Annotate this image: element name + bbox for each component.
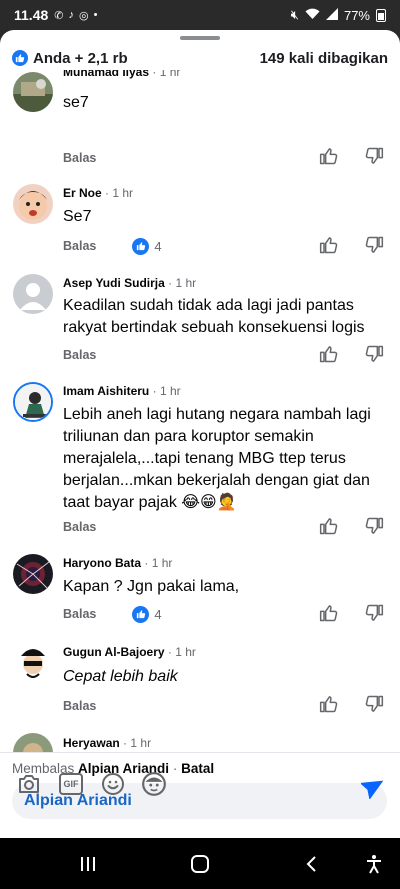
avatar[interactable] [13, 382, 53, 422]
commenter-name[interactable]: Haryono Bata [63, 556, 141, 570]
reply-button[interactable]: Balas [63, 239, 96, 253]
battery-percent: 77% [343, 7, 370, 23]
recent-apps-icon[interactable] [76, 852, 100, 876]
comment-item: Haryono Bata · 1 hr Kapan ? Jgn pakai la… [0, 554, 400, 638]
mute-icon: 🔇︎ [290, 7, 299, 22]
tiktok-icon: ♪ [68, 9, 74, 21]
comment-item: Heryawan · 1 hr [0, 733, 400, 752]
battery-icon [376, 8, 386, 22]
comment-time: 1 hr [112, 186, 134, 200]
thumbs-up-icon[interactable] [319, 235, 341, 257]
comment-time: 1 hr [130, 736, 152, 750]
comment-time: 1 hr [151, 556, 173, 570]
commenter-name[interactable]: Muhamad Ilyas [63, 70, 149, 79]
thumbs-down-icon[interactable] [364, 146, 386, 168]
avatar[interactable] [13, 642, 53, 682]
avatar[interactable] [13, 184, 53, 224]
gif-icon[interactable]: GIF [57, 770, 85, 798]
avatar[interactable] [13, 733, 53, 752]
emoji-icon[interactable] [99, 770, 127, 798]
like-reaction-icon [132, 605, 150, 623]
thumbs-up-icon[interactable] [319, 603, 341, 625]
camera-icon[interactable] [15, 770, 43, 798]
accessibility-icon[interactable] [362, 852, 386, 876]
thumbs-up-icon[interactable] [319, 146, 341, 168]
like-reaction-icon [132, 237, 150, 255]
comment-text: se7 [63, 94, 89, 111]
thumbs-up-icon[interactable] [319, 344, 341, 366]
back-icon[interactable] [300, 852, 324, 876]
share-count[interactable]: 149 kali dibagikan [260, 50, 388, 67]
home-icon[interactable] [188, 852, 212, 876]
reaction-count[interactable]: 4 [132, 605, 162, 623]
status-time: 11.48 [14, 7, 49, 23]
comment-time: 1 hr [159, 70, 181, 79]
thumbs-down-icon[interactable] [364, 603, 386, 625]
system-navigation-bar [0, 838, 400, 889]
commenter-name[interactable]: Imam Aishiteru [63, 384, 149, 398]
comment-time: 1 hr [175, 276, 197, 290]
commenter-name[interactable]: Er Noe [63, 186, 102, 200]
comment-text: Se7 [63, 208, 92, 225]
thumbs-down-icon[interactable] [364, 344, 386, 366]
avatar[interactable] [13, 72, 53, 112]
avatar[interactable] [13, 274, 53, 314]
commenter-name[interactable]: Asep Yudi Sudirja [63, 276, 165, 290]
reply-button[interactable]: Balas [63, 348, 96, 362]
thumbs-down-icon[interactable] [364, 516, 386, 538]
commenter-name[interactable]: Gugun Al-Bajoery [63, 645, 165, 659]
comments-sheet: Anda + 2,1 rb 149 kali dibagikan Muhamad… [0, 30, 400, 838]
status-bar: 11.48 ✆ ♪ ◎ • 🔇︎ 77% [0, 0, 400, 30]
reply-button[interactable]: Balas [63, 607, 96, 621]
comment-text: Lebih aneh lagi hutang negara nambah lag… [63, 406, 371, 511]
avatar[interactable] [13, 554, 53, 594]
comment-list[interactable]: Muhamad Ilyas · 1 hr se7 Balas Er Noe · … [0, 70, 400, 752]
reply-button[interactable]: Balas [63, 151, 96, 165]
comment-text: Kapan ? Jgn pakai lama, [63, 578, 240, 595]
missed-call-icon: ✆ [54, 9, 64, 22]
dot-icon: • [93, 9, 98, 21]
instagram-icon: ◎ [78, 9, 89, 22]
thumbs-up-icon[interactable] [319, 516, 341, 538]
signal-icon [325, 7, 338, 23]
thumbs-down-icon[interactable] [364, 694, 386, 716]
wifi-icon [305, 8, 320, 23]
avatar-sticker-icon[interactable] [140, 770, 168, 798]
thumbs-down-icon[interactable] [364, 235, 386, 257]
reaction-count[interactable]: 4 [132, 237, 162, 255]
reply-button[interactable]: Balas [63, 699, 96, 713]
comment-text: Keadilan sudah tidak ada lagi jadi panta… [63, 297, 365, 336]
like-reaction-icon [12, 50, 28, 66]
commenter-name[interactable]: Heryawan [63, 736, 120, 750]
thumbs-up-icon[interactable] [319, 694, 341, 716]
comment-time: 1 hr [159, 384, 181, 398]
reply-button[interactable]: Balas [63, 520, 96, 534]
comment-time: 1 hr [175, 645, 196, 659]
reaction-summary[interactable]: Anda + 2,1 rb [33, 50, 128, 67]
send-icon[interactable] [360, 772, 388, 800]
composer-toolbar: GIF [0, 770, 400, 806]
comment-text: Cepat lebih baik [63, 668, 178, 685]
